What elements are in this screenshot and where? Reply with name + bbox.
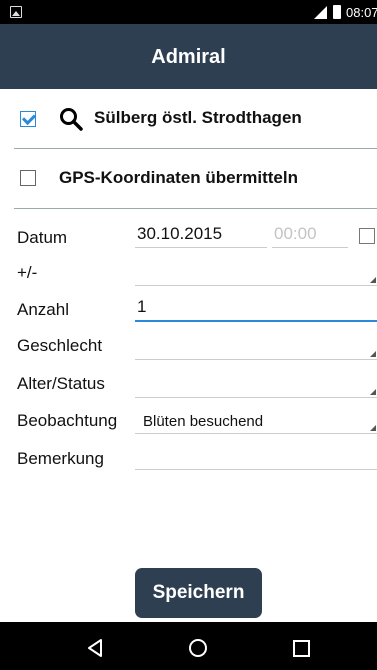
time-checkbox[interactable] (359, 228, 375, 244)
beobachtung-spinner[interactable]: Blüten besuchend (135, 410, 377, 434)
geschlecht-spinner[interactable] (135, 336, 377, 360)
gps-label: GPS-Koordinaten übermitteln (59, 168, 298, 187)
datum-label: Datum (17, 228, 68, 247)
date-value: 30.10.2015 (137, 224, 223, 243)
beobachtung-label: Beobachtung (17, 411, 118, 430)
recents-icon[interactable] (272, 622, 332, 670)
status-bar: 08:07 (0, 0, 377, 24)
home-icon[interactable] (168, 622, 228, 670)
page-title: Admiral (151, 46, 226, 68)
plusminus-label: +/- (17, 263, 38, 282)
image-notification-icon (10, 6, 22, 18)
signal-icon (314, 6, 327, 19)
divider (14, 208, 377, 209)
status-time: 08:07 (346, 5, 377, 20)
alter-spinner[interactable] (135, 374, 377, 398)
alter-label: Alter/Status (17, 374, 105, 393)
app-bar: Admiral (0, 24, 377, 89)
time-placeholder: 00:00 (274, 224, 317, 243)
anzahl-input[interactable]: 1 (135, 297, 377, 322)
gps-checkbox[interactable] (20, 170, 36, 186)
date-field[interactable]: 30.10.2015 (135, 224, 267, 248)
bemerkung-label: Bemerkung (17, 449, 104, 468)
search-icon[interactable] (59, 107, 83, 136)
bemerkung-input[interactable] (135, 446, 377, 470)
beobachtung-value: Blüten besuchend (143, 413, 264, 430)
geschlecht-label: Geschlecht (17, 336, 103, 355)
back-icon[interactable] (66, 622, 126, 670)
location-checkbox[interactable] (20, 111, 36, 127)
location-row[interactable]: Sülberg östl. Strodthagen (0, 89, 377, 149)
location-label: Sülberg östl. Strodthagen (94, 108, 302, 127)
time-field[interactable]: 00:00 (272, 224, 348, 248)
gps-row[interactable]: GPS-Koordinaten übermitteln (0, 149, 377, 209)
navigation-bar (0, 622, 377, 670)
save-button[interactable]: Speichern (135, 568, 262, 618)
anzahl-value: 1 (137, 297, 147, 316)
plusminus-spinner[interactable] (135, 262, 377, 286)
anzahl-label: Anzahl (17, 300, 69, 319)
battery-icon (333, 5, 341, 19)
